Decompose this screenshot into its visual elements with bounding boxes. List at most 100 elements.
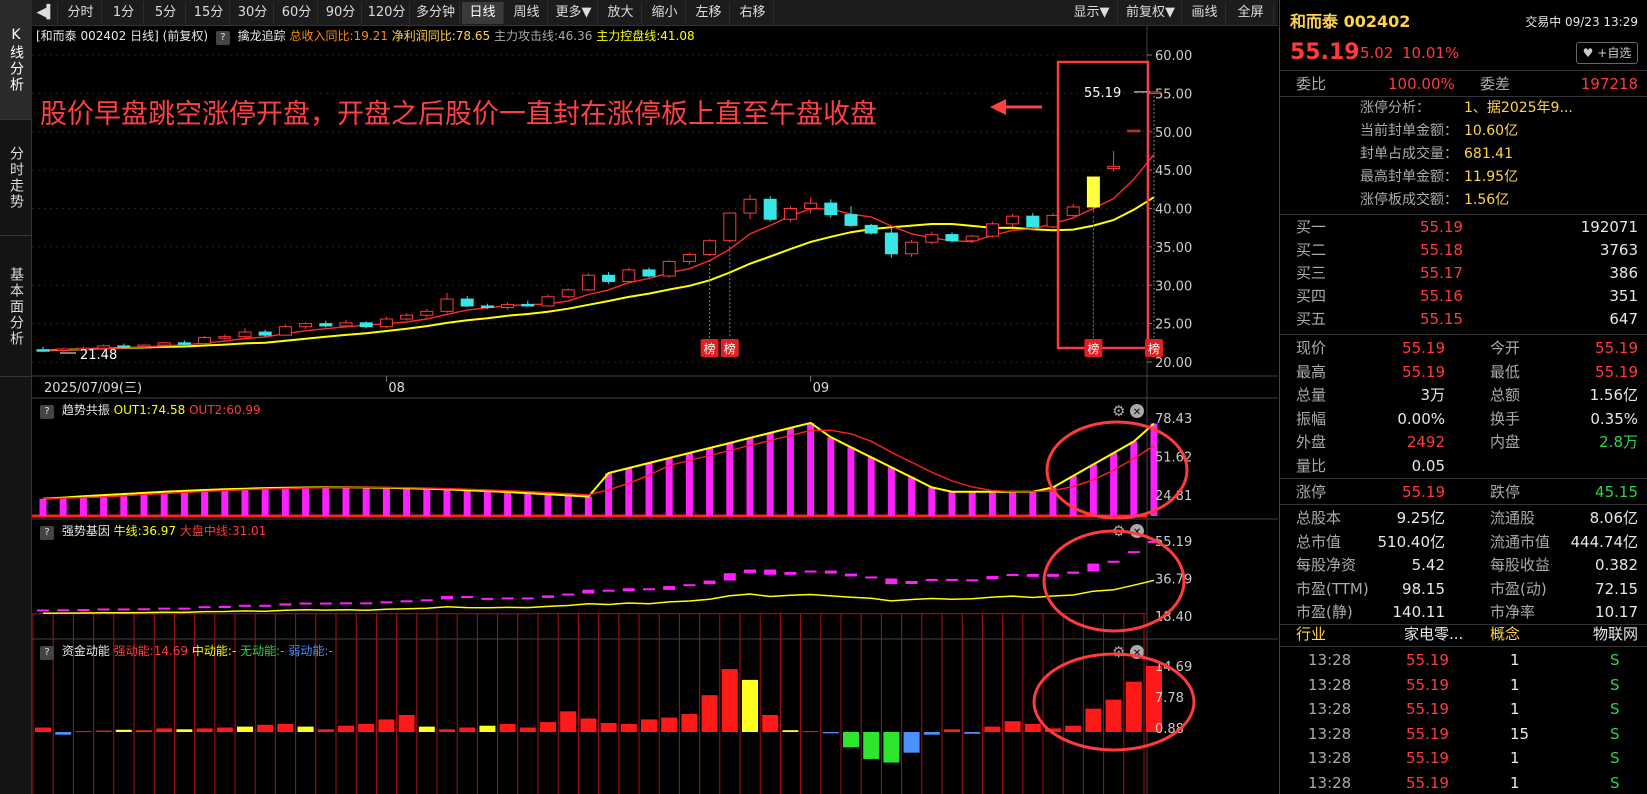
tick-volume: 1 (1510, 700, 1520, 718)
indicator-name[interactable]: 擒龙追踪 (238, 29, 286, 43)
panel1-bar (867, 457, 875, 516)
stat-value: 55.19 (1595, 362, 1638, 381)
candle-body (662, 260, 676, 277)
draw-line-button[interactable]: 画线 (1184, 2, 1226, 24)
panel3-bar (903, 732, 920, 753)
candle-body (278, 326, 292, 336)
help-icon[interactable]: ? (215, 31, 230, 45)
panel1-bar (504, 492, 512, 516)
tick-row: 13:28 55.19 15 S (1280, 722, 1647, 746)
display-menu-button[interactable]: 显示▼ (1066, 2, 1118, 24)
fund-value: 5.42 (1411, 556, 1445, 574)
panel1-bar (766, 432, 774, 516)
panel2-name[interactable]: 强势基因 (62, 524, 110, 538)
panel2-bar (340, 602, 352, 605)
stat-label: 量比 (1296, 456, 1327, 475)
bang-badge-label: 榜 (724, 341, 736, 356)
panel3-bar (95, 730, 112, 732)
period-btn-90min[interactable]: 90分 (320, 2, 362, 24)
panel3-bar (439, 729, 455, 732)
panel2-bar (744, 569, 756, 574)
candle-body (965, 235, 979, 242)
panel1-bar (100, 495, 108, 516)
tick-volume: 1 (1510, 651, 1520, 669)
panel2-bar (1127, 551, 1140, 554)
gear-icon[interactable]: ⚙ (1112, 402, 1125, 420)
chart-area[interactable]: 60.00 55.00 50.00 45.00 40.00 35.00 30.00 25.00… (32, 26, 1278, 794)
candle-body (602, 274, 616, 282)
zoom-out-button[interactable]: 缩小 (644, 2, 686, 24)
stat-label: 最低 (1490, 362, 1521, 381)
period-btn-120min[interactable]: 120分 (364, 2, 410, 24)
chart-title: [和而泰 002402 日线] (36, 29, 159, 43)
help-icon[interactable]: ? (40, 526, 54, 540)
period-btn-more[interactable]: 更多▼ (550, 2, 598, 24)
limit-down-value: 45.15 (1595, 483, 1638, 501)
add-watchlist-button[interactable]: ♥ +自选 (1576, 42, 1638, 64)
candle-body (581, 274, 595, 291)
panel1-name[interactable]: 趋势共振 (62, 403, 110, 417)
stat-value: 3万 (1420, 386, 1445, 404)
panel2-bar (986, 576, 999, 580)
tick-price: 55.19 (1406, 724, 1449, 743)
bid-row: 买一 55.19 192071 (1280, 215, 1647, 239)
panel3-bar (1125, 681, 1142, 732)
tick-side: S (1610, 651, 1620, 669)
pan-right-button[interactable]: 右移 (732, 2, 774, 24)
panel2-bar (663, 586, 676, 590)
period-btn-multi-min[interactable]: 多分钟 (412, 2, 460, 24)
fullscreen-button[interactable]: 全屏 (1228, 2, 1274, 24)
help-icon[interactable]: ? (40, 405, 54, 419)
candle-body (339, 322, 353, 327)
limit-turnover-label: 涨停板成交额： (1360, 192, 1458, 208)
period-btn-30min[interactable]: 30分 (232, 2, 274, 24)
tab-fundamentals[interactable]: 基本面分析 (0, 237, 32, 377)
period-btn-5min[interactable]: 5分 (146, 2, 186, 24)
tick-row: 13:28 55.19 1 S (1280, 771, 1647, 794)
panel2-bar (501, 597, 514, 600)
panel2-bar (562, 593, 575, 596)
tab-intraday[interactable]: 分时走势 (0, 121, 32, 236)
price-axis-label: 50.00 (1155, 126, 1192, 141)
panel2-bar (198, 606, 211, 609)
panel1-bar (605, 473, 613, 516)
period-btn-weekly[interactable]: 周线 (506, 2, 548, 24)
back-icon[interactable]: ◀▍ (36, 2, 58, 24)
panel3-bar (620, 723, 637, 732)
date-start-label: 2025/07/09(三) (44, 381, 142, 396)
panel2-bar (1107, 560, 1120, 563)
bid-volume: 192071 (1580, 218, 1638, 236)
period-btn-15min[interactable]: 15分 (188, 2, 230, 24)
panel3-bar (297, 726, 314, 732)
industry-value[interactable]: 家电零... (1404, 622, 1463, 646)
panel2-bar (360, 602, 373, 605)
period-btn-1min[interactable]: 1分 (104, 2, 144, 24)
concept-value[interactable]: 物联网 (1593, 622, 1638, 646)
help-icon[interactable]: ? (40, 646, 54, 660)
profit-yoy: 净利润同比:78.65 (391, 29, 491, 43)
stat-label: 振幅 (1296, 409, 1327, 428)
stat-label: 内盘 (1490, 433, 1521, 451)
panel2-axis-label: 36.79 (1155, 573, 1192, 588)
limit-analysis-text[interactable]: 1、据2025年9... (1464, 97, 1573, 120)
panel3-bar (863, 732, 880, 759)
panel3-name[interactable]: 资金动能 (62, 644, 110, 658)
pan-left-button[interactable]: 左移 (688, 2, 730, 24)
adjust-menu-button[interactable]: 前复权▼ (1120, 2, 1182, 24)
period-btn-60min[interactable]: 60分 (276, 2, 318, 24)
fund-value: 444.74亿 (1570, 532, 1639, 551)
tick-price: 55.19 (1406, 700, 1449, 718)
panel3-bar (560, 711, 577, 732)
period-toolbar: ◀▍ 分时 1分 5分 15分 30分 60分 90分 120分 多分钟 日线 … (32, 0, 1278, 26)
tick-time: 13:28 (1308, 773, 1352, 792)
candle-body (985, 223, 999, 237)
zoom-in-button[interactable]: 放大 (600, 2, 642, 24)
tick-volume: 1 (1510, 773, 1520, 792)
tick-side: S (1610, 724, 1620, 743)
period-btn-fenshi[interactable]: 分时 (60, 2, 102, 24)
tab-kline-analysis[interactable]: K线分析 (0, 0, 32, 120)
weicha-label: 委差 (1480, 75, 1511, 93)
period-btn-daily[interactable]: 日线 (462, 2, 504, 24)
panel2-bull-line: 牛线:36.97 (113, 524, 177, 538)
stat-label: 最高 (1296, 362, 1327, 381)
